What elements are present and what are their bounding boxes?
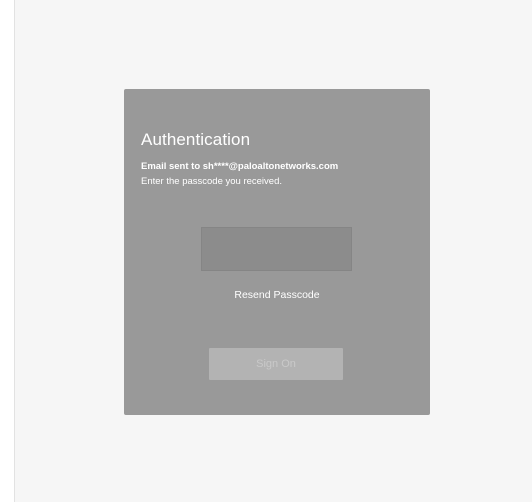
passcode-input[interactable] [201,227,352,271]
authentication-card: Authentication Email sent to sh****@palo… [124,89,430,415]
sign-on-button[interactable]: Sign On [209,348,343,380]
page-background: Authentication Email sent to sh****@palo… [14,0,532,502]
resend-passcode-link[interactable]: Resend Passcode [124,289,430,301]
passcode-instruction: Enter the passcode you received. [141,176,283,187]
auth-title: Authentication [141,130,251,149]
email-sent-message: Email sent to sh****@paloaltonetworks.co… [141,161,339,172]
